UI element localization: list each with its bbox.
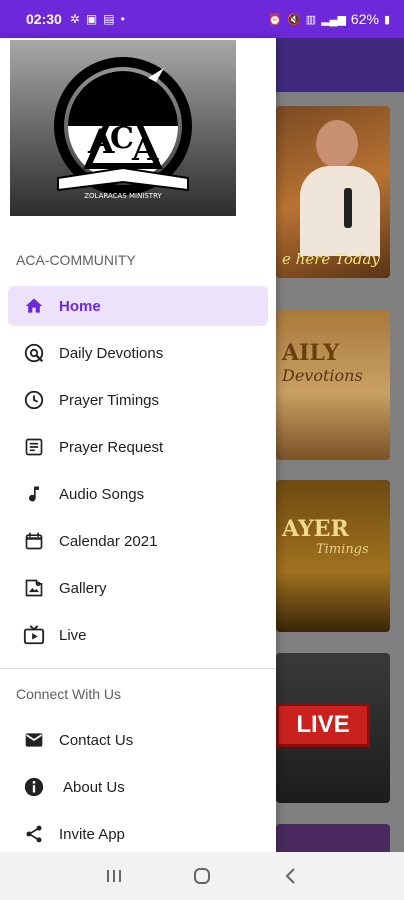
welcome-card-text: e here Today [282,250,380,268]
nav-item-audio-songs[interactable]: Audio Songs [8,474,268,514]
nav-item-gallery[interactable]: Gallery [8,568,268,608]
dot-icon: • [120,12,125,26]
live-badge: LIVE [276,703,370,747]
recent-apps-button[interactable] [94,856,134,896]
back-button[interactable] [270,856,310,896]
mute-icon: 🔇 [287,13,301,26]
microphone-icon [344,188,352,228]
home-icon [22,294,46,318]
alarm-icon: ⏰ [268,13,283,26]
nav-item-label: Live [59,626,87,644]
message-icon: ▤ [103,12,115,26]
welcome-card[interactable]: e here Today [276,106,390,278]
nav-item-label: Prayer Request [59,438,164,456]
nav-item-contact-us[interactable]: Contact Us [8,720,268,760]
battery-icon: ▮ [383,13,390,26]
nav-item-invite-app[interactable]: Invite App [8,814,268,854]
status-left-icons: ✲ ▣ ▤ • [70,12,125,26]
system-navigation-bar [0,852,404,900]
nav-item-label: Prayer Timings [59,391,160,409]
aca-logo-emblem: A C A ZOLARACAS MINISTRY [54,57,192,200]
prayer-card-subtitle: Timings [316,542,369,557]
home-button[interactable] [182,856,222,896]
svg-text:A: A [131,129,159,169]
share-icon [22,822,46,846]
nav-item-label: Home [59,297,101,315]
nav-item-daily-devotions[interactable]: Daily Devotions [8,333,268,373]
nav-item-calendar[interactable]: Calendar 2021 [8,521,268,561]
aca-logo: A C A ZOLARACAS MINISTRY [10,40,236,216]
battery-level: 62% [350,11,379,27]
back-chevron-icon [285,868,295,884]
nav-item-label: Invite App [59,825,125,843]
music-note-icon [22,482,46,506]
image-icon: ▣ [85,12,98,26]
signal-icon: ▂▄▆ [321,13,346,26]
status-right-icons: ⏰ 🔇 ▥ ▂▄▆ 62% ▮ [268,11,390,27]
daily-devotions-card[interactable]: AILY Devotions [276,310,390,460]
nav-item-live[interactable]: Live [8,615,268,655]
gallery-icon [22,576,46,600]
svg-text:C: C [110,121,134,156]
clock-icon [22,388,46,412]
nav-item-prayer-request[interactable]: Prayer Request [8,427,268,467]
volte-icon: ▥ [305,13,317,26]
info-icon [22,775,46,799]
nav-item-label: Daily Devotions [59,344,164,362]
home-circle-icon [194,868,210,884]
nav-item-prayer-timings[interactable]: Prayer Timings [8,380,268,420]
prayer-timings-card[interactable]: AYER Timings [276,480,390,632]
calendar-icon [22,529,46,553]
status-time: 02:30 [26,11,62,27]
nav-item-about-us[interactable]: About Us [8,767,268,807]
nav-item-label: About Us [63,778,125,796]
svg-text:ZOLARACAS MINISTRY: ZOLARACAS MINISTRY [84,192,162,200]
live-tv-icon [22,623,46,647]
note-icon [22,435,46,459]
nav-item-label: Gallery [59,579,107,597]
devotions-card-title: AILY [282,340,340,366]
mail-icon [22,728,46,752]
connect-section-title: Connect With Us [16,686,122,702]
pastor-photo-body [300,166,380,256]
prayer-card-title: AYER [282,516,349,542]
navigation-drawer: A C A ZOLARACAS MINISTRY ACA-COMMUNITY H… [0,38,276,852]
nav-item-label: Calendar 2021 [59,532,158,550]
live-card[interactable]: LIVE [276,653,390,803]
status-bar: 02:30 ✲ ▣ ▤ • ⏰ 🔇 ▥ ▂▄▆ 62% ▮ [0,0,404,38]
nav-item-home[interactable]: Home [8,286,268,326]
recent-apps-icon [107,870,121,882]
settings-icon: ✲ [69,12,80,26]
drawer-header-title: ACA-COMMUNITY [16,252,136,268]
nav-item-label: Audio Songs [59,485,145,503]
drawer-divider [0,668,276,669]
pastor-photo-head [316,120,358,168]
devotions-search-icon [22,341,46,365]
devotions-card-subtitle: Devotions [282,366,363,385]
nav-item-label: Contact Us [59,731,134,749]
